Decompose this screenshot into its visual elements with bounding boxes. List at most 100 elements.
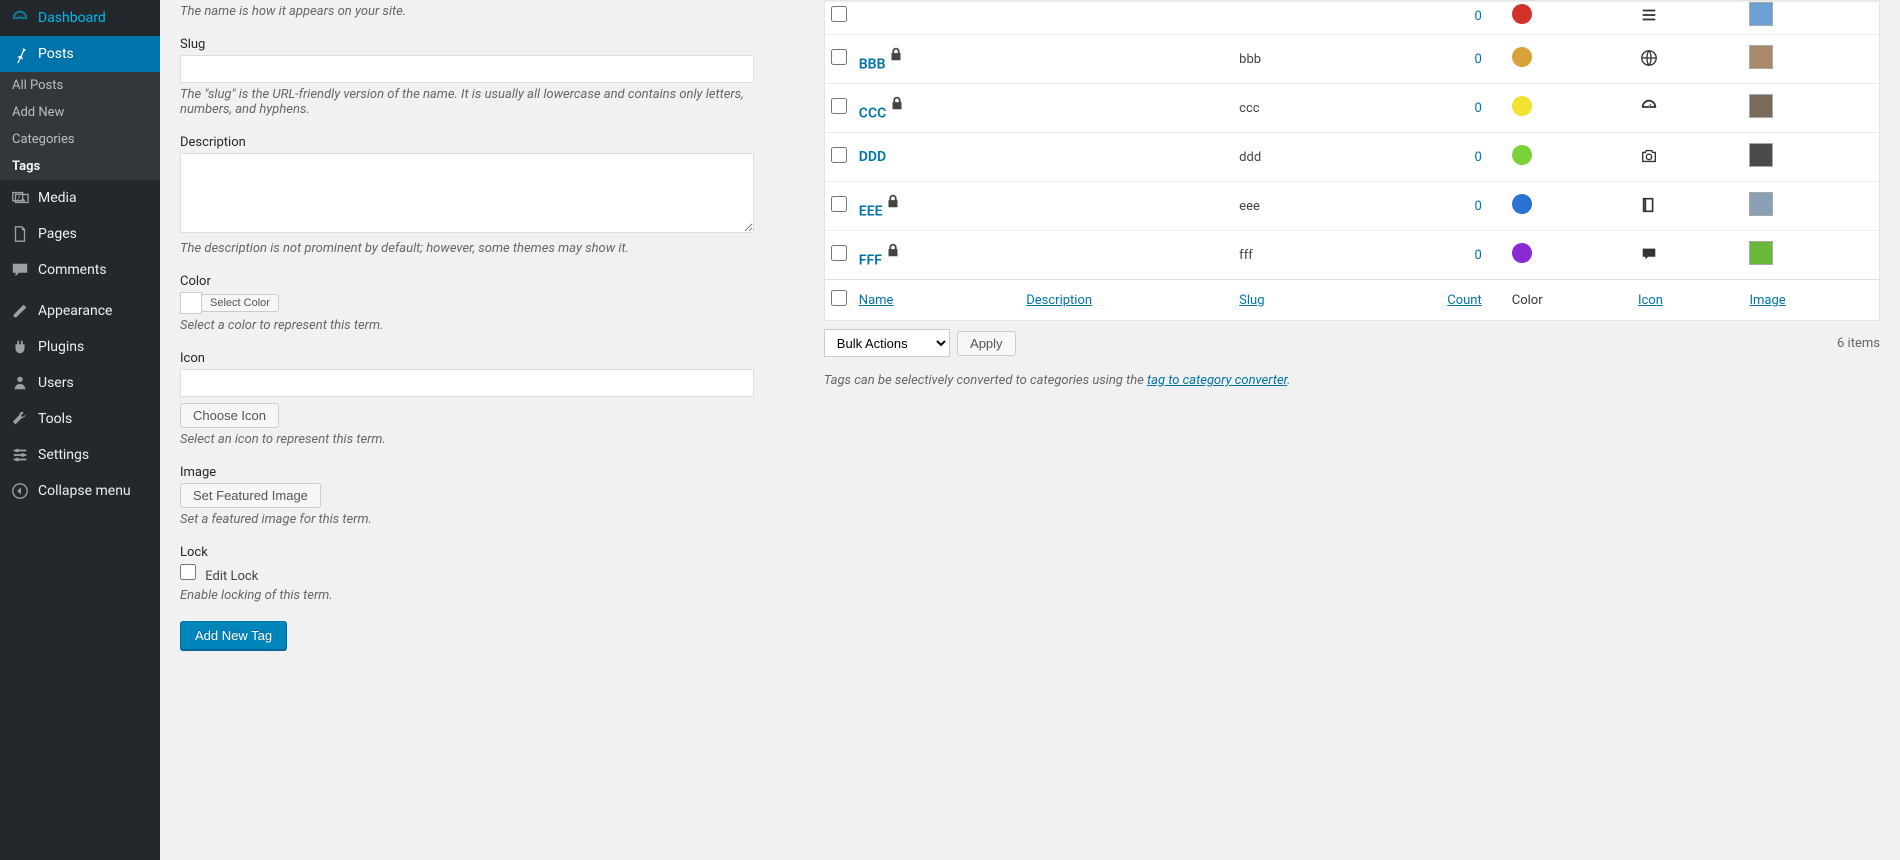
row-icon	[1638, 145, 1660, 167]
color-swatch[interactable]	[180, 292, 202, 314]
row-checkbox[interactable]	[831, 196, 847, 212]
bulk-actions-select[interactable]: Bulk Actions	[824, 329, 950, 357]
row-color-dot	[1512, 145, 1532, 165]
slug-field-wrap: Slug The "slug" is the URL-friendly vers…	[180, 37, 784, 117]
row-color-dot	[1512, 243, 1532, 263]
row-name-link[interactable]: BBB	[859, 57, 886, 73]
row-description	[1016, 34, 1229, 83]
users-icon	[10, 373, 30, 393]
row-icon	[1638, 194, 1660, 216]
table-row: 0	[825, 1, 1879, 34]
sidebar-subitem-all-posts[interactable]: All Posts	[0, 72, 160, 99]
sidebar-subitem-tags[interactable]: Tags	[0, 153, 160, 180]
row-name-link[interactable]: CCC	[859, 106, 886, 122]
row-icon	[1638, 96, 1660, 118]
icon-description: Select an icon to represent this term.	[180, 432, 784, 447]
row-color-dot	[1512, 96, 1532, 116]
slug-input[interactable]	[180, 55, 754, 83]
row-icon	[1638, 47, 1660, 69]
row-description	[1016, 181, 1229, 230]
description-label: Description	[180, 135, 784, 150]
color-label: Color	[180, 274, 784, 289]
row-count-link[interactable]: 0	[1474, 248, 1481, 263]
table-row: EEE eee 0	[825, 181, 1879, 230]
dashboard-icon	[10, 8, 30, 28]
row-checkbox[interactable]	[831, 147, 847, 163]
row-icon	[1638, 243, 1660, 265]
sidebar-item-settings[interactable]: Settings	[0, 437, 160, 473]
col-description-footer[interactable]: Description	[1026, 293, 1092, 308]
lock-description: Enable locking of this term.	[180, 588, 784, 603]
row-checkbox[interactable]	[831, 245, 847, 261]
description-field-wrap: Description The description is not promi…	[180, 135, 784, 256]
row-checkbox[interactable]	[831, 6, 847, 22]
slug-label: Slug	[180, 37, 784, 52]
image-description: Set a featured image for this term.	[180, 512, 784, 527]
col-slug-footer[interactable]: Slug	[1239, 293, 1264, 308]
row-count-link[interactable]: 0	[1474, 52, 1481, 67]
sidebar-item-media[interactable]: Media	[0, 180, 160, 216]
col-icon-footer[interactable]: Icon	[1638, 293, 1663, 308]
row-slug: eee	[1229, 181, 1342, 230]
row-image-thumb	[1749, 192, 1773, 216]
tag-to-category-converter-link[interactable]: tag to category converter	[1147, 373, 1287, 388]
image-label: Image	[180, 465, 784, 480]
col-count-footer[interactable]: Count	[1447, 293, 1481, 308]
bulk-apply-button[interactable]: Apply	[957, 331, 1016, 356]
sidebar-subitem-categories[interactable]: Categories	[0, 126, 160, 153]
sidebar-item-pages[interactable]: Pages	[0, 216, 160, 252]
description-input[interactable]	[180, 153, 754, 233]
sidebar-item-collapse[interactable]: Collapse menu	[0, 473, 160, 509]
sidebar-item-posts[interactable]: Posts	[0, 36, 160, 72]
slug-description: The "slug" is the URL-friendly version o…	[180, 87, 784, 117]
row-count-link[interactable]: 0	[1474, 101, 1481, 116]
row-name-link[interactable]: EEE	[859, 204, 883, 220]
row-name-link[interactable]: DDD	[859, 149, 886, 165]
edit-lock-label: Edit Lock	[205, 569, 258, 584]
sidebar-item-plugins[interactable]: Plugins	[0, 329, 160, 365]
sidebar-item-tools[interactable]: Tools	[0, 401, 160, 437]
sidebar-item-dashboard[interactable]: Dashboard	[0, 0, 160, 36]
table-row: BBB bbb 0	[825, 34, 1879, 83]
set-featured-image-button[interactable]: Set Featured Image	[180, 483, 321, 508]
col-image-footer[interactable]: Image	[1749, 293, 1785, 308]
add-tag-form-column: The name is how it appears on your site.…	[160, 0, 804, 668]
submit-wrap: Add New Tag	[180, 621, 784, 650]
row-checkbox[interactable]	[831, 49, 847, 65]
table-row: CCCccc0	[825, 83, 1879, 132]
edit-lock-checkbox[interactable]	[180, 564, 196, 580]
sidebar-subitem-add-new[interactable]: Add New	[0, 99, 160, 126]
sidebar-item-label: Collapse menu	[38, 483, 131, 499]
row-checkbox[interactable]	[831, 98, 847, 114]
row-count-link[interactable]: 0	[1474, 150, 1481, 165]
lock-icon	[887, 53, 905, 66]
row-slug: bbb	[1229, 34, 1342, 83]
table-row: FFFfff0	[825, 230, 1879, 279]
row-color-dot	[1512, 194, 1532, 214]
row-name-link[interactable]: FFF	[859, 253, 882, 269]
row-image-thumb	[1749, 94, 1773, 118]
select-all-footer-checkbox[interactable]	[831, 290, 847, 306]
sidebar-item-label: Users	[38, 375, 74, 391]
sidebar-item-label: Plugins	[38, 339, 84, 355]
col-name-footer[interactable]: Name	[859, 293, 894, 308]
name-field-wrap: The name is how it appears on your site.	[180, 4, 784, 19]
choose-icon-button[interactable]: Choose Icon	[180, 403, 279, 428]
tools-icon	[10, 409, 30, 429]
sidebar-item-label: Tools	[38, 411, 72, 427]
row-count-link[interactable]: 0	[1474, 199, 1481, 214]
select-color-button[interactable]: Select Color	[201, 294, 279, 312]
icon-input[interactable]	[180, 369, 754, 397]
row-count-link[interactable]: 0	[1474, 9, 1481, 24]
sidebar-item-label: Appearance	[38, 303, 112, 319]
name-description: The name is how it appears on your site.	[180, 4, 784, 19]
settings-icon	[10, 445, 30, 465]
sidebar-item-comments[interactable]: Comments	[0, 252, 160, 288]
appearance-icon	[10, 301, 30, 321]
table-row: DDDddd0	[825, 132, 1879, 181]
sidebar-item-appearance[interactable]: Appearance	[0, 293, 160, 329]
collapse-icon	[10, 481, 30, 501]
sidebar-item-users[interactable]: Users	[0, 365, 160, 401]
add-new-tag-button[interactable]: Add New Tag	[180, 621, 287, 650]
row-image-thumb	[1749, 45, 1773, 69]
